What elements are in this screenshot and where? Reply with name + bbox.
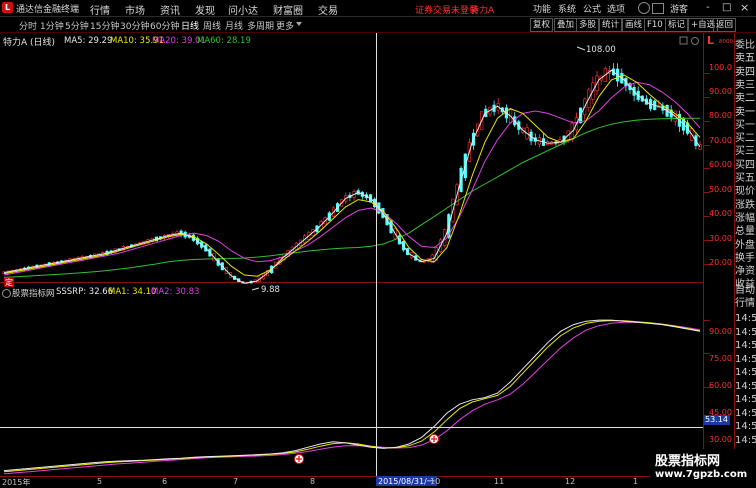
ma60-legend: MA60: 28.19 bbox=[197, 36, 251, 46]
x-tick-label: 8 bbox=[310, 477, 316, 486]
side-panel-label: 14:5 bbox=[735, 326, 756, 338]
buy-signal-marker bbox=[294, 454, 304, 464]
ind-y-tick-label: 30.00 bbox=[709, 435, 732, 444]
current-value-label: 53.14 bbox=[705, 415, 728, 424]
y-tick-label: 30.00 bbox=[709, 234, 732, 243]
y-tick-label: 70.00 bbox=[709, 136, 732, 145]
watermark-title: 股票指标网 bbox=[655, 454, 721, 469]
stock-title: 特力A (日线) bbox=[3, 38, 56, 48]
x-tick-label: 2015年 bbox=[2, 478, 31, 487]
low-arrow-icon bbox=[251, 287, 260, 291]
candlesticks bbox=[2, 63, 702, 284]
side-panel-label: 14:5 bbox=[735, 394, 756, 405]
ma10-line bbox=[3, 74, 701, 277]
y-tick-label: 80.00 bbox=[709, 111, 732, 120]
ma5-legend: MA5: 29.29 bbox=[64, 36, 113, 46]
y-tick-label: 20.00 bbox=[709, 258, 732, 267]
x-tick-label: 6 bbox=[162, 477, 168, 486]
y-tick-label: 100.0 bbox=[709, 63, 732, 72]
ind-y-tick-label: 75.00 bbox=[709, 354, 732, 363]
axis-corner-sub: 8000 bbox=[719, 39, 733, 45]
buy-signal-marker bbox=[429, 434, 439, 444]
high-arrow-icon bbox=[576, 46, 586, 51]
side-panel-label: 14:5 bbox=[735, 313, 756, 324]
low-price-label: 9.88 bbox=[261, 285, 280, 295]
y-tick-label: 40.00 bbox=[709, 209, 732, 218]
indicator-title: 股票指标网 bbox=[12, 289, 55, 299]
y-tick-label: 50.00 bbox=[709, 185, 732, 194]
panel-lock-icon[interactable] bbox=[679, 36, 688, 45]
x-tick-label: 1 bbox=[633, 477, 639, 486]
side-panel-label: 14:5 bbox=[735, 353, 756, 365]
sssrp-legend: SSSRP: 32.66 bbox=[56, 287, 114, 297]
side-panel-label: 14:5 bbox=[735, 434, 756, 446]
kline-chart[interactable] bbox=[0, 0, 756, 487]
x-tick-label: 11 bbox=[494, 477, 505, 486]
ind-sssrp-line bbox=[3, 319, 701, 472]
ind-ma2-line bbox=[3, 321, 701, 475]
ind-ma1-line bbox=[3, 320, 701, 473]
side-panel-label: 14:5 bbox=[735, 380, 756, 392]
indicator-toggle-icon[interactable] bbox=[2, 289, 11, 298]
ind-ma2-legend: MA2: 30.83 bbox=[151, 287, 200, 297]
x-tick-label: 12 bbox=[565, 477, 576, 486]
side-panel-label: 14:5 bbox=[735, 340, 756, 351]
ma20-line bbox=[3, 81, 701, 276]
x-tick-label: 7 bbox=[233, 477, 239, 486]
side-panel-label: 14:5 bbox=[735, 421, 756, 432]
y-tick-label: 90.00 bbox=[709, 87, 732, 96]
x-tick-label: 5 bbox=[97, 477, 103, 486]
axis-corner-label: L bbox=[707, 34, 715, 47]
high-price-label: 108.00 bbox=[586, 45, 616, 55]
ind-y-tick-label: 60.00 bbox=[709, 381, 732, 390]
side-panel-label: 14:5 bbox=[735, 367, 756, 378]
ind-ma1-legend: MA1: 34.10 bbox=[108, 287, 157, 297]
y-tick-label: 60.00 bbox=[709, 160, 732, 169]
panel-settings-icon[interactable] bbox=[691, 37, 699, 45]
side-panel-label: 14:5 bbox=[735, 407, 756, 419]
ind-y-tick-label: 90.00 bbox=[709, 327, 732, 336]
x-tick-label: 10 bbox=[430, 477, 441, 486]
cursor-date-label: 2015/08/31/一 bbox=[376, 476, 437, 486]
side-panel-label: 行情 bbox=[735, 298, 755, 310]
watermark-url: www.7gpzb.com bbox=[655, 469, 748, 480]
